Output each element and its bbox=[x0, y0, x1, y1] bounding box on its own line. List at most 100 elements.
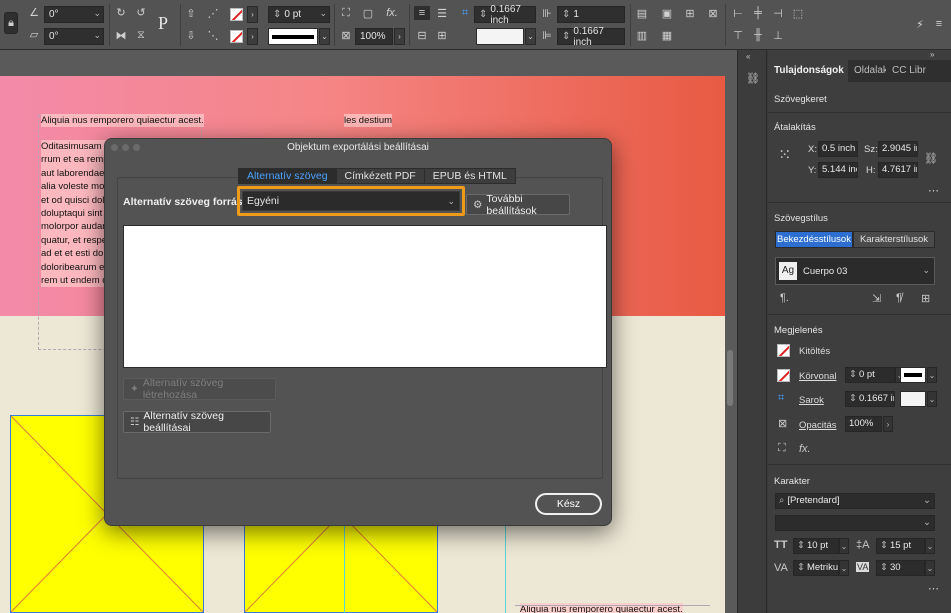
align-selection-icon[interactable]: ⬚ bbox=[791, 6, 805, 20]
chevron-down-icon[interactable]: ⌄ bbox=[93, 30, 101, 41]
autosize-icon[interactable]: ▣ bbox=[660, 6, 674, 20]
opacity-dropdown[interactable]: › bbox=[883, 416, 893, 432]
collapse-arrows-icon[interactable]: » bbox=[930, 50, 934, 59]
y-position-input[interactable]: 5.144 inc bbox=[818, 162, 858, 178]
gutter-input[interactable]: ⇕ 0.1667 inch bbox=[557, 26, 625, 48]
stroke-weight-input[interactable]: ⇕ 0 pt bbox=[845, 367, 895, 383]
panel-menu-icon[interactable]: ≡ bbox=[932, 16, 946, 32]
alt-text-source-select[interactable]: Egyéni ⌄ bbox=[242, 191, 460, 211]
stepper-icon[interactable]: ⇕ bbox=[273, 9, 281, 20]
kerning-dropdown[interactable]: ⌄ bbox=[839, 560, 849, 576]
stroke-weight-input[interactable]: ⇕ 0 pt ⌄ bbox=[268, 6, 330, 23]
stroke-label[interactable]: Körvonal bbox=[799, 371, 837, 382]
tracking-input[interactable]: ⇕ 30 bbox=[876, 560, 925, 576]
baseline-icon[interactable]: ▦ bbox=[660, 28, 674, 42]
text-frame-options-icon[interactable]: ▤ bbox=[635, 6, 649, 20]
tracking-dropdown[interactable]: ⌄ bbox=[925, 560, 935, 576]
tab-alt-text[interactable]: Alternatív szöveg bbox=[238, 168, 337, 184]
text-flow-icon[interactable]: ▥ bbox=[635, 28, 649, 42]
align-vbottom-icon[interactable]: ⊥ bbox=[771, 28, 785, 42]
font-size-input[interactable]: ⇕ 10 pt bbox=[793, 538, 839, 554]
drop-shadow-icon[interactable]: ▢ bbox=[361, 6, 375, 20]
alt-text-textarea[interactable] bbox=[123, 225, 607, 368]
align-middle-icon[interactable]: ⊟ bbox=[414, 28, 430, 42]
p-reference-icon[interactable]: P bbox=[152, 12, 174, 34]
select-content-icon[interactable]: ⇩ bbox=[184, 28, 198, 42]
stroke-type-dropdown[interactable]: ⌄ bbox=[927, 367, 937, 383]
stepper-icon[interactable]: ⇕ bbox=[797, 540, 805, 551]
select-container-icon[interactable]: ⇧ bbox=[184, 6, 198, 20]
clear-override-icon[interactable]: ¶̸ bbox=[896, 292, 902, 304]
grid-icon[interactable]: ⊞ bbox=[683, 6, 697, 20]
effects-fx-icon[interactable]: fx. bbox=[799, 443, 811, 455]
links-panel-icon[interactable]: ⛓︎ bbox=[746, 72, 760, 85]
corner-size-input[interactable]: ⇕ 0.1667 ir bbox=[845, 391, 895, 407]
rotate-ccw-icon[interactable]: ↺ bbox=[134, 5, 148, 19]
align-vtop-icon[interactable]: ⊤ bbox=[731, 28, 745, 42]
align-hcenter-icon[interactable]: ╪ bbox=[751, 6, 765, 20]
tab-epub-html[interactable]: EPUB és HTML bbox=[424, 168, 516, 184]
quick-apply-icon[interactable]: ⚡︎ bbox=[912, 16, 928, 32]
columns-input[interactable]: ⇕ 1 bbox=[557, 6, 625, 23]
load-style-icon[interactable]: ⇲ bbox=[872, 292, 881, 305]
paragraph-styles-toggle[interactable]: Bekezdésstílusok bbox=[775, 231, 853, 248]
shear-angle-input[interactable]: 0° ⌄ bbox=[44, 28, 104, 45]
align-top-icon[interactable]: ≡ bbox=[414, 6, 430, 20]
align-right-icon[interactable]: ⊣ bbox=[771, 6, 785, 20]
stepper-icon[interactable]: ⇕ bbox=[880, 540, 888, 551]
font-family-select[interactable]: ⌕ [Pretendard] ⌄ bbox=[775, 493, 935, 509]
leading-input[interactable]: ⇕ 15 pt bbox=[876, 538, 925, 554]
corner-options-icon[interactable]: ⌗ bbox=[778, 392, 784, 405]
flip-vertical-icon[interactable]: ⧖ bbox=[134, 28, 148, 42]
paragraph-style-select[interactable]: Ag Cuerpo 03 ⌄ bbox=[775, 257, 935, 285]
effects-fx-icon[interactable]: fx. bbox=[383, 6, 401, 20]
more-options-icon[interactable]: ⋯ bbox=[928, 184, 939, 197]
rotate-cw-icon[interactable]: ↻ bbox=[114, 5, 128, 19]
character-styles-toggle[interactable]: Karakterstílusok bbox=[853, 231, 935, 248]
height-input[interactable]: 4.7617 in bbox=[878, 162, 918, 178]
kerning-input[interactable]: ⇕ Metriku bbox=[793, 560, 839, 576]
font-style-select[interactable]: ⌄ bbox=[775, 515, 935, 531]
select-previous-icon[interactable]: ⋰ bbox=[206, 6, 220, 20]
opacity-label[interactable]: Opacitás bbox=[799, 420, 837, 431]
generate-alt-text-button[interactable]: ✦ Alternatív szöveg létrehozása bbox=[123, 377, 276, 401]
done-button[interactable]: Kész bbox=[535, 493, 602, 515]
opacity-input[interactable]: 100% bbox=[845, 416, 882, 432]
tab-pages[interactable]: Oldalak bbox=[848, 60, 886, 82]
constrain-proportions-icon[interactable]: ⛓︎ bbox=[924, 152, 938, 165]
more-options-icon[interactable]: ⋯ bbox=[928, 582, 939, 595]
corner-shape-swatch[interactable] bbox=[900, 391, 926, 407]
lock-icon[interactable]: 🔒︎ bbox=[4, 12, 18, 34]
more-settings-button[interactable]: ⚙︎ További beállítások bbox=[466, 193, 570, 217]
select-next-icon[interactable]: ⋱ bbox=[206, 28, 220, 42]
fill-none-swatch[interactable] bbox=[230, 8, 243, 21]
stroke-type-dropdown[interactable]: ⌄ bbox=[319, 28, 330, 45]
fill-none-swatch[interactable] bbox=[777, 344, 790, 357]
align-bottom-icon[interactable]: ⊞ bbox=[434, 28, 450, 42]
stepper-icon[interactable]: ⇕ bbox=[880, 562, 888, 573]
x-position-input[interactable]: 0.5 inch bbox=[818, 141, 858, 157]
stepper-icon[interactable]: ⇕ bbox=[849, 369, 857, 380]
vertical-scrollbar[interactable] bbox=[727, 350, 733, 406]
fill-dropdown[interactable]: › bbox=[247, 6, 258, 23]
stepper-icon[interactable]: ⇕ bbox=[849, 393, 857, 404]
opacity-input[interactable]: 100% bbox=[355, 28, 393, 45]
frame-fitting-icon[interactable]: ⛶ bbox=[778, 442, 786, 455]
chevron-down-icon[interactable]: ⌄ bbox=[93, 8, 101, 19]
corner-size-input[interactable]: ⇕ 0.1667 inch bbox=[474, 4, 536, 26]
tab-tagged-pdf[interactable]: Címkézett PDF bbox=[336, 168, 425, 184]
rotate-angle-input[interactable]: 0° ⌄ bbox=[44, 6, 104, 23]
width-input[interactable]: 2.9045 in bbox=[878, 141, 918, 157]
align-vcenter-icon[interactable]: ╫ bbox=[751, 28, 765, 42]
frame-fitting-icon[interactable]: ⛶ bbox=[339, 6, 353, 20]
new-style-icon[interactable]: ⊞ bbox=[921, 292, 930, 305]
align-left-icon[interactable]: ⊢ bbox=[731, 6, 745, 20]
pilcrow-icon[interactable]: ¶. bbox=[780, 292, 789, 304]
corner-shape-swatch[interactable] bbox=[476, 28, 524, 45]
align-left-edges-icon[interactable]: ⊠ bbox=[706, 6, 720, 20]
stepper-icon[interactable]: ⇕ bbox=[562, 9, 570, 20]
flip-horizontal-icon[interactable]: ⧓ bbox=[114, 28, 128, 42]
corner-shape-dropdown[interactable]: ⌄ bbox=[927, 391, 937, 407]
stroke-dropdown[interactable]: › bbox=[247, 28, 258, 45]
stroke-none-swatch[interactable] bbox=[777, 369, 790, 382]
